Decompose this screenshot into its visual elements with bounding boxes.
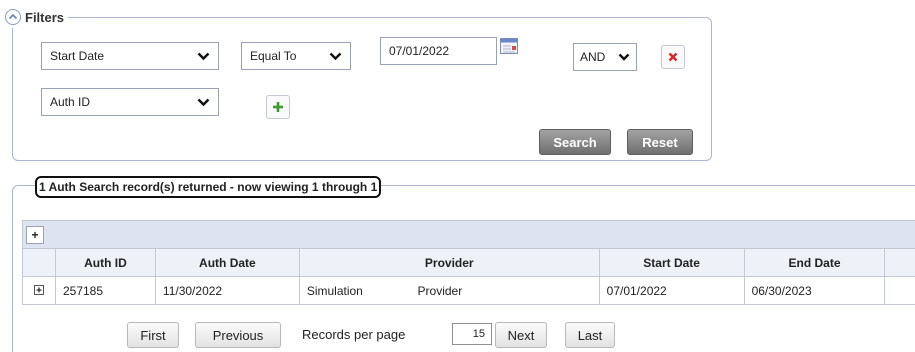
- add-filter-button[interactable]: [266, 95, 290, 119]
- filter-field-select-2[interactable]: Auth ID: [41, 88, 219, 116]
- filter-operator-select[interactable]: Equal To: [241, 42, 351, 70]
- cell-extra: [884, 276, 915, 305]
- table-toolbar: +: [22, 220, 915, 249]
- remove-filter-button[interactable]: [661, 45, 685, 69]
- close-icon: [668, 52, 678, 62]
- chevron-down-icon: [197, 52, 210, 61]
- filters-legend: Filters: [5, 6, 69, 28]
- column-header-start-date[interactable]: Start Date: [598, 248, 745, 277]
- cell-start-date: 07/01/2022: [598, 276, 745, 305]
- expand-column-header: [22, 248, 56, 277]
- last-page-button[interactable]: Last: [565, 322, 615, 348]
- first-page-button[interactable]: First: [127, 322, 179, 348]
- plus-square-icon[interactable]: [33, 284, 44, 295]
- reset-button[interactable]: Reset: [627, 129, 693, 155]
- column-header-auth-id[interactable]: Auth ID: [54, 248, 156, 277]
- cell-end-date: 06/30/2023: [743, 276, 886, 305]
- expand-cell[interactable]: [22, 276, 56, 305]
- cell-provider-last: Provider: [417, 283, 463, 298]
- cell-auth-id: 257185: [54, 276, 156, 305]
- table-header-row: Auth ID Auth Date Provider Start Date En…: [22, 248, 915, 277]
- calendar-icon[interactable]: [500, 38, 518, 59]
- filter-field-select-1[interactable]: Start Date: [41, 42, 219, 70]
- plus-icon: [273, 102, 283, 112]
- cell-auth-date: 11/30/2022: [154, 276, 300, 305]
- filters-title: Filters: [25, 9, 65, 25]
- filter-operator-value: Equal To: [250, 49, 297, 63]
- chevron-down-icon: [618, 53, 630, 61]
- chevron-up-circle-icon[interactable]: [5, 9, 21, 25]
- results-table: + Auth ID Auth Date Provider Start Date …: [22, 220, 915, 305]
- filter-conjunction-value: AND: [580, 50, 606, 64]
- add-record-button[interactable]: +: [26, 225, 44, 244]
- chevron-down-icon: [329, 52, 342, 61]
- column-header-end-date[interactable]: End Date: [743, 248, 886, 277]
- records-per-page-input[interactable]: 15: [452, 323, 492, 345]
- extra-column-header: [884, 248, 915, 277]
- search-button[interactable]: Search: [539, 129, 611, 155]
- filter-field-value-1: Start Date: [50, 49, 105, 63]
- previous-page-button[interactable]: Previous: [195, 322, 281, 348]
- cell-provider: Simulation Provider: [298, 276, 600, 305]
- table-row[interactable]: 257185 11/30/2022 Simulation Provider 07…: [22, 276, 915, 305]
- next-page-button[interactable]: Next: [495, 322, 547, 348]
- filter-date-value: 07/01/2022: [389, 44, 450, 58]
- column-header-auth-date[interactable]: Auth Date: [154, 248, 300, 277]
- chevron-down-icon: [197, 98, 210, 107]
- records-per-page-label: Records per page: [302, 327, 406, 342]
- filter-field-value-2: Auth ID: [50, 95, 91, 109]
- column-header-provider[interactable]: Provider: [298, 248, 600, 277]
- cell-provider-first: Simulation: [306, 283, 363, 298]
- filter-conjunction-select[interactable]: AND: [573, 43, 637, 71]
- filter-date-input[interactable]: 07/01/2022: [380, 37, 497, 65]
- results-summary: 1 Auth Search record(s) returned - now v…: [35, 176, 382, 198]
